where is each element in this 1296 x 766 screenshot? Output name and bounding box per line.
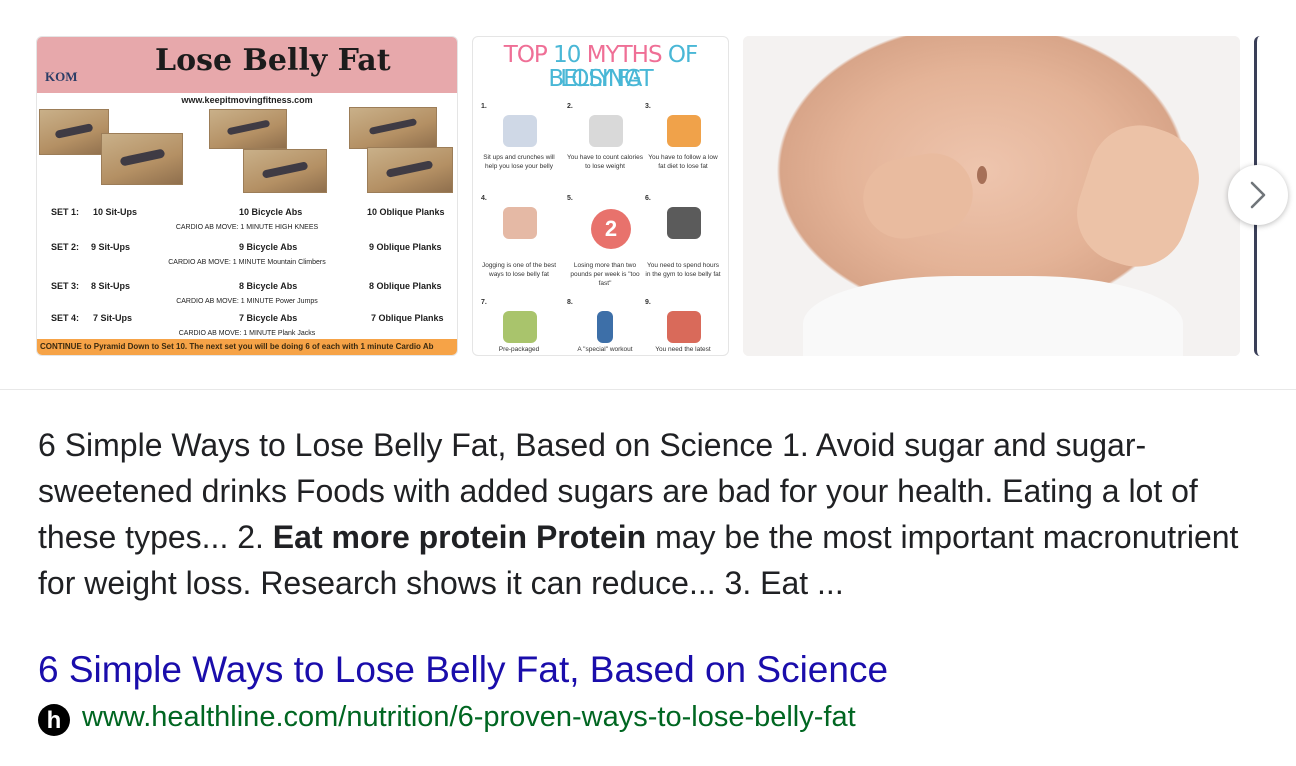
myth-cell: 6. You need to spend hours in the gym to… (645, 195, 721, 278)
packaged-food-illustration (503, 311, 537, 343)
result-url-link[interactable]: www.healthline.com/nutrition/6-proven-wa… (82, 698, 856, 736)
carousel-next-button[interactable] (1228, 165, 1288, 225)
set-row: SET 2: 9 Sit-Ups 9 Bicycle Abs 9 Oblique… (51, 242, 442, 252)
snippet-text: 6 Simple Ways to Lose Belly Fat, Based o… (38, 427, 1239, 601)
cardio-note: CARDIO AB MOVE: 1 MINUTE Plank Jacks (178, 330, 316, 337)
cardio-note: CARDIO AB MOVE: 1 MINUTE Power Jumps (176, 298, 318, 305)
exercise-photo (367, 147, 453, 193)
myth-cell: 4. Jogging is one of the best ways to lo… (481, 195, 557, 278)
healthline-favicon-icon: h (38, 704, 70, 736)
myth-cell: 8. A "special" workout (567, 299, 633, 353)
thumbnail-title: Lose Belly Fat (155, 43, 391, 78)
thumbnail-footer: CONTINUE to Pyramid Down to Set 10. The … (37, 339, 457, 355)
myth-cell: 7. Pre-packaged (481, 299, 540, 353)
thumbnail-url: www.keepitmovingfitness.com (181, 95, 313, 105)
jogging-illustration (503, 207, 537, 239)
two-lbs-badge: 2 (591, 209, 631, 249)
supplements-illustration (667, 311, 701, 343)
waistband (803, 276, 1183, 356)
workout-illustration (597, 311, 613, 343)
snippet-highlight: Eat more protein Protein (272, 519, 647, 555)
featured-snippet-card: KOM Lose Belly Fat www.keepitmovingfitne… (0, 0, 1296, 766)
infographic-title-line2: BELLY FAT (548, 66, 653, 92)
myth-cell: 2. You have to count calories to lose we… (567, 103, 644, 170)
treadmill-illustration (667, 207, 701, 239)
exercise-photo (101, 133, 183, 185)
navel (977, 166, 987, 184)
image-thumbnail-belly-photo[interactable] (743, 36, 1240, 356)
cardio-note: CARDIO AB MOVE: 1 MINUTE HIGH KNEES (175, 224, 319, 231)
myth-cell: 9. You need the latest (645, 299, 711, 353)
chevron-right-icon (1250, 181, 1266, 209)
image-thumbnail-lose-belly-fat[interactable]: KOM Lose Belly Fat www.keepitmovingfitne… (36, 36, 458, 356)
set-row: SET 1: 10 Sit-Ups 10 Bicycle Abs 10 Obli… (51, 207, 445, 217)
set-row: SET 3: 8 Sit-Ups 8 Bicycle Abs 8 Oblique… (51, 281, 442, 291)
result-title-link[interactable]: 6 Simple Ways to Lose Belly Fat, Based o… (38, 646, 888, 694)
image-thumbnail-top-10-myths[interactable]: TOP 10 MYTHS OF LOSING BELLY FAT 1. Sit … (472, 36, 729, 356)
exercise-photo (349, 107, 437, 149)
set-row: SET 4: 7 Sit-Ups 7 Bicycle Abs 7 Oblique… (51, 313, 444, 323)
situp-illustration (503, 115, 537, 147)
kom-logo: KOM (45, 69, 78, 84)
exercise-photo (209, 109, 287, 149)
produce-illustration (667, 115, 701, 147)
image-carousel: KOM Lose Belly Fat www.keepitmovingfitne… (36, 36, 1260, 356)
cardio-note: CARDIO AB MOVE: 1 MINUTE Mountain Climbe… (168, 259, 326, 266)
scale-illustration (589, 115, 623, 147)
myth-cell: 1. Sit ups and crunches will help you lo… (481, 103, 555, 170)
section-divider (0, 389, 1296, 390)
myth-cell: 3. You have to follow a low fat diet to … (645, 103, 718, 170)
exercise-photo (39, 109, 109, 155)
exercise-photo (243, 149, 327, 193)
